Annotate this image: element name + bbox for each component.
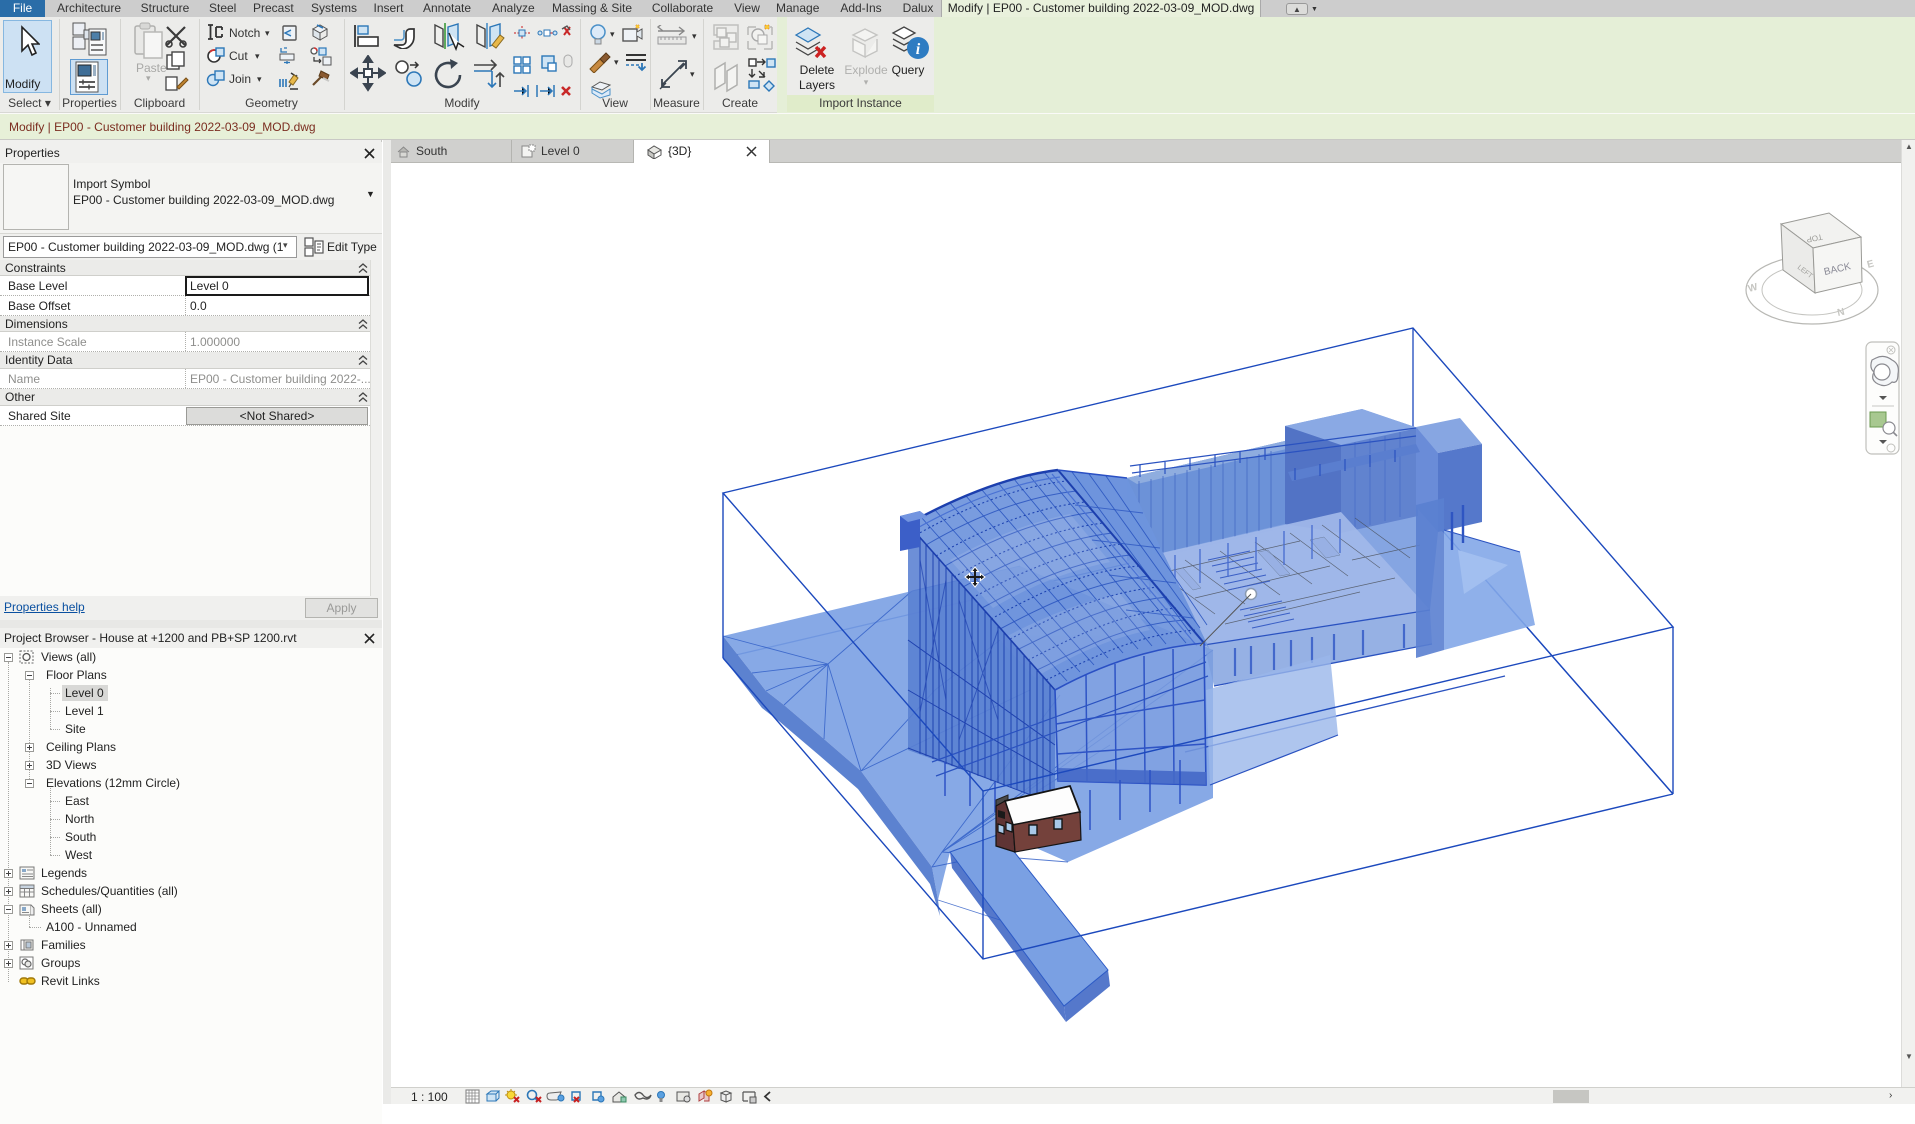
svg-text:E: E xyxy=(1866,258,1876,270)
svg-text:W: W xyxy=(1747,282,1760,295)
svg-text:N: N xyxy=(1836,307,1845,319)
svg-text:i: i xyxy=(916,41,921,58)
